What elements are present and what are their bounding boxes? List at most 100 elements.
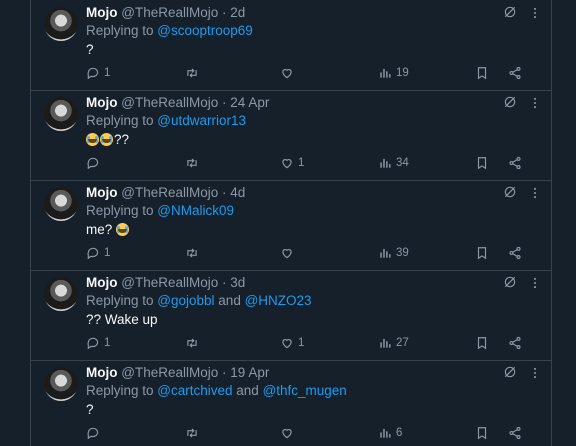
author-handle[interactable]: @TheReallMojo bbox=[121, 5, 218, 20]
reply-button[interactable] bbox=[86, 155, 104, 171]
replying-to: Replying to @NMalick09 bbox=[86, 203, 234, 218]
more-icon[interactable] bbox=[528, 366, 542, 380]
like-button[interactable] bbox=[280, 65, 298, 81]
reply-tweet[interactable]: Mojo @TheReallMojo · 4d Replying to @NMa… bbox=[31, 180, 551, 271]
share-button[interactable] bbox=[508, 245, 522, 261]
author-name[interactable]: Mojo bbox=[86, 5, 118, 20]
reply-tweet[interactable]: Mojo @TheReallMojo · 24 Apr Replying to … bbox=[31, 90, 551, 181]
retweet-button[interactable] bbox=[185, 65, 203, 81]
grok-icon[interactable] bbox=[503, 185, 517, 199]
views-button[interactable]: 19 bbox=[378, 65, 409, 81]
heart-icon bbox=[282, 429, 292, 439]
author-name[interactable]: Mojo bbox=[86, 365, 118, 380]
mention-link[interactable]: @HNZO23 bbox=[245, 293, 312, 308]
bookmark-icon bbox=[477, 157, 487, 170]
reply-tweet[interactable]: Mojo @TheReallMojo · 19 Apr Replying to … bbox=[31, 360, 551, 446]
grok-icon[interactable] bbox=[503, 95, 517, 109]
author-name[interactable]: Mojo bbox=[86, 275, 118, 290]
bookmark-button[interactable] bbox=[475, 245, 489, 261]
more-icon[interactable] bbox=[528, 6, 542, 20]
reply-count: 1 bbox=[104, 247, 111, 259]
reply-button[interactable]: 1 bbox=[86, 65, 110, 81]
avatar[interactable] bbox=[44, 7, 78, 41]
bookmark-icon bbox=[477, 67, 487, 80]
mention-link[interactable]: @scooptroop69 bbox=[157, 23, 253, 38]
bookmark-button[interactable] bbox=[475, 65, 489, 81]
retweet-button[interactable] bbox=[185, 155, 203, 171]
reply-feed: Mojo @TheReallMojo · 2d Replying to @sco… bbox=[30, 0, 552, 446]
avatar[interactable] bbox=[44, 97, 78, 131]
author-name[interactable]: Mojo bbox=[86, 185, 118, 200]
tweet-header: Mojo @TheReallMojo · 19 Apr bbox=[86, 365, 269, 380]
tweet-header: Mojo @TheReallMojo · 4d bbox=[86, 185, 245, 200]
retweet-button[interactable] bbox=[185, 335, 203, 351]
retweet-button[interactable] bbox=[185, 245, 203, 261]
separator-dot: · bbox=[222, 365, 227, 380]
views-button[interactable]: 39 bbox=[378, 245, 409, 261]
bookmark-button[interactable] bbox=[475, 425, 489, 441]
mention-link[interactable]: @gojobbl bbox=[157, 293, 214, 308]
more-icon[interactable] bbox=[528, 276, 542, 290]
grok-icon[interactable] bbox=[503, 365, 517, 379]
heart-icon bbox=[282, 159, 292, 169]
views-button[interactable]: 6 bbox=[378, 425, 402, 441]
views-button[interactable]: 34 bbox=[378, 155, 409, 171]
reply-button[interactable]: 1 bbox=[86, 245, 110, 261]
mention-link[interactable]: @utdwarrior13 bbox=[157, 113, 246, 128]
reply-tweet[interactable]: Mojo @TheReallMojo · 3d Replying to @goj… bbox=[31, 270, 551, 361]
reply-button[interactable]: 1 bbox=[86, 335, 110, 351]
avatar[interactable] bbox=[44, 187, 78, 221]
timestamp[interactable]: 4d bbox=[230, 185, 245, 200]
timestamp[interactable]: 2d bbox=[230, 5, 245, 20]
share-icon bbox=[509, 156, 521, 170]
author-handle[interactable]: @TheReallMojo bbox=[121, 185, 218, 200]
author-name[interactable]: Mojo bbox=[86, 95, 118, 110]
bookmark-button[interactable] bbox=[475, 155, 489, 171]
action-bar: 1 1 27 bbox=[86, 335, 526, 351]
tweet-body-text: ?? Wake up bbox=[86, 312, 158, 327]
grok-icon[interactable] bbox=[503, 275, 517, 289]
timestamp[interactable]: 19 Apr bbox=[230, 365, 269, 380]
avatar[interactable] bbox=[44, 277, 78, 311]
timestamp[interactable]: 3d bbox=[230, 275, 245, 290]
action-bar: 1 34 bbox=[86, 155, 526, 171]
avatar[interactable] bbox=[44, 367, 78, 401]
share-button[interactable] bbox=[508, 335, 522, 351]
mention-link[interactable]: @NMalick09 bbox=[157, 203, 234, 218]
tweet-text: ? bbox=[86, 42, 94, 57]
tweet-text: ?? Wake up bbox=[86, 312, 158, 327]
grok-icon[interactable] bbox=[503, 5, 517, 19]
reply-count: 1 bbox=[104, 67, 111, 79]
mention-link[interactable]: @thfc_mugen bbox=[263, 383, 347, 398]
like-count: 1 bbox=[298, 337, 305, 349]
reply-tweet[interactable]: Mojo @TheReallMojo · 2d Replying to @sco… bbox=[31, 0, 551, 91]
more-icon[interactable] bbox=[528, 186, 542, 200]
timestamp[interactable]: 24 Apr bbox=[230, 95, 269, 110]
view-count: 39 bbox=[396, 247, 409, 259]
share-icon bbox=[509, 246, 521, 260]
views-icon bbox=[380, 338, 391, 348]
views-icon bbox=[380, 158, 391, 168]
separator-dot: · bbox=[222, 5, 227, 20]
share-button[interactable] bbox=[508, 65, 522, 81]
bookmark-icon bbox=[477, 427, 487, 440]
like-button[interactable] bbox=[280, 245, 298, 261]
like-button[interactable]: 1 bbox=[280, 155, 304, 171]
reply-count: 1 bbox=[104, 337, 111, 349]
action-bar: 1 39 bbox=[86, 245, 526, 261]
more-icon[interactable] bbox=[528, 96, 542, 110]
views-button[interactable]: 27 bbox=[378, 335, 409, 351]
view-count: 19 bbox=[396, 67, 409, 79]
author-handle[interactable]: @TheReallMojo bbox=[121, 275, 218, 290]
mention-link[interactable]: @cartchived bbox=[157, 383, 232, 398]
share-button[interactable] bbox=[508, 155, 522, 171]
author-handle[interactable]: @TheReallMojo bbox=[121, 365, 218, 380]
bookmark-button[interactable] bbox=[475, 335, 489, 351]
author-handle[interactable]: @TheReallMojo bbox=[121, 95, 218, 110]
reply-icon bbox=[87, 67, 99, 80]
like-button[interactable] bbox=[280, 425, 298, 441]
share-button[interactable] bbox=[508, 425, 522, 441]
retweet-button[interactable] bbox=[185, 425, 203, 441]
like-button[interactable]: 1 bbox=[280, 335, 304, 351]
reply-button[interactable] bbox=[86, 425, 104, 441]
